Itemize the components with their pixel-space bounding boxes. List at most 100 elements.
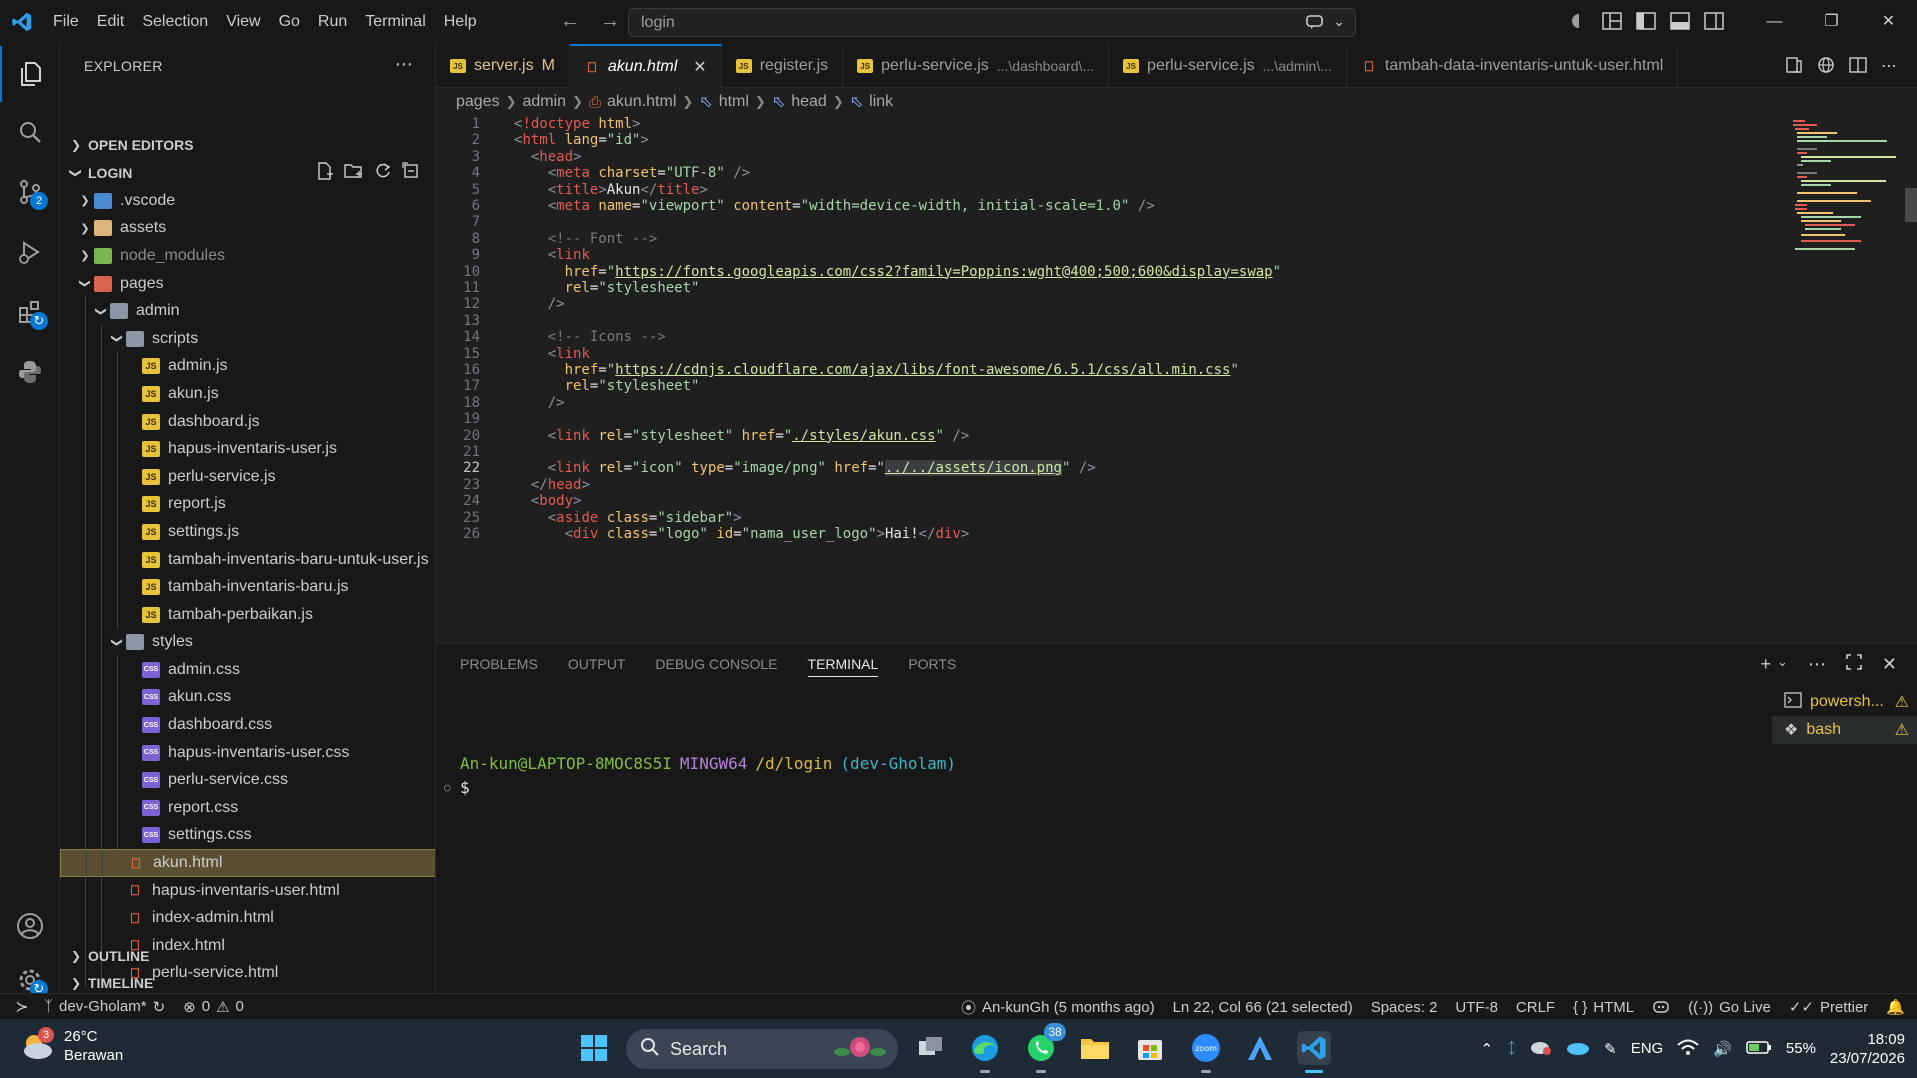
editor-tab[interactable]: ⎕ akun.html ✕: [569, 44, 722, 88]
clock[interactable]: 18:09 23/07/2026: [1830, 1030, 1905, 1068]
search-icon[interactable]: [0, 104, 60, 160]
more-panel-actions-icon[interactable]: ⋯: [1808, 654, 1826, 675]
copilot-status-icon[interactable]: [1652, 999, 1670, 1015]
battery-percent[interactable]: 55%: [1786, 1040, 1816, 1057]
editor-tab[interactable]: JS server.js M: [436, 44, 570, 88]
tab-debug-console[interactable]: DEBUG CONSOLE: [655, 656, 777, 672]
copilot-dropdown-chevron-icon[interactable]: ⌄: [1333, 13, 1345, 34]
taskbar-search[interactable]: Search: [626, 1029, 898, 1069]
tree-file[interactable]: CSS admin.css: [60, 656, 435, 684]
editor-tab[interactable]: JS perlu-service.js ...\admin\...: [1109, 44, 1347, 88]
editor-tab[interactable]: ⎕ tambah-data-inventaris-untuk-user.html: [1347, 44, 1679, 88]
close-window-button[interactable]: ✕: [1860, 0, 1917, 44]
open-changes-icon[interactable]: [1785, 56, 1803, 79]
split-editor-icon[interactable]: [1849, 56, 1867, 79]
tree-file[interactable]: CSS report.css: [60, 794, 435, 822]
volume-icon[interactable]: 🔊: [1713, 1040, 1732, 1058]
microsoft-store-icon[interactable]: [1133, 1031, 1167, 1065]
edge-browser-icon[interactable]: [968, 1031, 1002, 1073]
tree-file[interactable]: JS tambah-perbaikan.js: [60, 600, 435, 629]
code-editor[interactable]: 1 <!doctype html> 2 <html lang="id"> 3 <head…: [436, 116, 1917, 641]
tree-file[interactable]: CSS settings.css: [60, 821, 435, 850]
cursor-position[interactable]: Ln 22, Col 66 (21 selected): [1173, 999, 1353, 1016]
show-hidden-icons-chevron-icon[interactable]: ⌃: [1481, 1040, 1494, 1058]
branch-indicator[interactable]: ᛉ dev-Gholam* ↻: [44, 998, 165, 1016]
tab-ports[interactable]: PORTS: [908, 656, 956, 672]
tree-folder[interactable]: ❯ .vscode: [60, 187, 435, 215]
whatsapp-icon[interactable]: 38: [1024, 1023, 1066, 1073]
start-button[interactable]: [577, 1031, 611, 1065]
close-tab-icon[interactable]: ✕: [693, 57, 706, 77]
forward-arrow-icon[interactable]: →: [600, 10, 620, 33]
minimize-button[interactable]: —: [1746, 0, 1803, 44]
workspace-section[interactable]: ❯ LOGIN: [60, 159, 435, 186]
tree-folder[interactable]: ❯ styles: [60, 628, 435, 657]
menu-edit[interactable]: Edit: [88, 0, 134, 44]
editor-tab[interactable]: JS register.js: [722, 44, 844, 88]
new-terminal-plus-icon[interactable]: +: [1760, 654, 1771, 675]
breadcrumb-item-pages[interactable]: pages: [456, 93, 500, 111]
run-debug-icon[interactable]: [0, 224, 60, 280]
open-editors-section[interactable]: ❯ OPEN EDITORS: [60, 131, 435, 158]
encoding[interactable]: UTF-8: [1455, 999, 1498, 1016]
breadcrumb-item-file[interactable]: akun.html: [607, 93, 676, 111]
language-indicator[interactable]: ENG: [1631, 1040, 1664, 1057]
tree-folder[interactable]: ❯ admin: [60, 297, 435, 325]
terminal-output[interactable]: An-kun@LAPTOP-8MOC8S5I MINGW64 /d/login …: [444, 754, 956, 798]
toggle-panel-icon[interactable]: [1670, 12, 1690, 35]
tree-file[interactable]: CSS dashboard.css: [60, 711, 435, 739]
onedrive-icon[interactable]: [1566, 1039, 1590, 1059]
tab-problems[interactable]: PROBLEMS: [460, 656, 538, 672]
breadcrumb-item-admin[interactable]: admin: [523, 93, 567, 111]
tree-folder[interactable]: ❯ node_modules: [60, 242, 435, 270]
pen-input-icon[interactable]: ✎: [1604, 1040, 1617, 1058]
tree-file[interactable]: CSS perlu-service.css: [60, 766, 435, 795]
outline-section[interactable]: ❯ OUTLINE: [60, 942, 435, 969]
language-mode[interactable]: { } HTML: [1573, 999, 1634, 1016]
tree-file[interactable]: CSS hapus-inventaris-user.css: [60, 738, 435, 767]
accounts-toggle-icon[interactable]: [1570, 12, 1588, 35]
menu-file[interactable]: File: [44, 0, 88, 44]
menu-help[interactable]: Help: [435, 0, 486, 44]
new-folder-icon[interactable]: [344, 162, 364, 183]
open-preview-globe-icon[interactable]: [1817, 56, 1835, 79]
customize-layout-icon[interactable]: [1602, 12, 1622, 35]
cloud-error-icon[interactable]: [1530, 1038, 1552, 1060]
toggle-secondary-sidebar-icon[interactable]: [1704, 12, 1724, 35]
explorer-icon[interactable]: [0, 46, 60, 102]
terminal-item-bash[interactable]: ❖ bash ⚠: [1772, 716, 1917, 744]
command-center-search[interactable]: login ⌄: [628, 8, 1356, 37]
editor-scrollbar[interactable]: [1905, 188, 1917, 222]
tree-folder[interactable]: ❯ pages: [60, 270, 435, 298]
tree-file[interactable]: ⎕ index-admin.html: [60, 904, 435, 933]
menu-terminal[interactable]: Terminal: [356, 0, 434, 44]
menu-view[interactable]: View: [217, 0, 269, 44]
tree-file[interactable]: ⎕ hapus-inventaris-user.html: [60, 876, 435, 905]
maximize-panel-icon[interactable]: [1846, 654, 1862, 675]
minimap[interactable]: [1783, 116, 1903, 276]
notifications-bell-icon[interactable]: 🔔: [1886, 998, 1905, 1016]
new-file-icon[interactable]: [316, 162, 334, 183]
battery-icon[interactable]: [1746, 1039, 1772, 1059]
tree-folder[interactable]: ❯ scripts: [60, 324, 435, 353]
menu-selection[interactable]: Selection: [133, 0, 217, 44]
tree-file[interactable]: JS hapus-inventaris-user.js: [60, 435, 435, 463]
weather-widget[interactable]: 3 26°C Berawan: [20, 1027, 123, 1065]
tree-file[interactable]: JS report.js: [60, 490, 435, 519]
tree-folder[interactable]: ❯ assets: [60, 215, 435, 243]
python-icon[interactable]: [0, 344, 60, 400]
copilot-chat-icon[interactable]: [1305, 13, 1325, 34]
maximize-button[interactable]: ❐: [1803, 0, 1860, 44]
vscode-taskbar-icon[interactable]: [1297, 1031, 1331, 1073]
breadcrumb-item-link[interactable]: link: [869, 93, 893, 111]
arc-app-icon[interactable]: [1243, 1031, 1277, 1065]
tree-file[interactable]: CSS akun.css: [60, 683, 435, 712]
task-view-icon[interactable]: [914, 1031, 948, 1065]
terminal-item-powershell[interactable]: powersh... ⚠: [1772, 688, 1917, 716]
tab-terminal[interactable]: TERMINAL: [807, 656, 879, 677]
tree-file[interactable]: JS tambah-inventaris-baru.js: [60, 573, 435, 601]
tree-file[interactable]: JS perlu-service.js: [60, 462, 435, 491]
remote-indicator-icon[interactable]: ≻: [0, 994, 44, 1020]
zoom-icon[interactable]: zoom: [1189, 1031, 1223, 1073]
menu-run[interactable]: Run: [309, 0, 356, 44]
